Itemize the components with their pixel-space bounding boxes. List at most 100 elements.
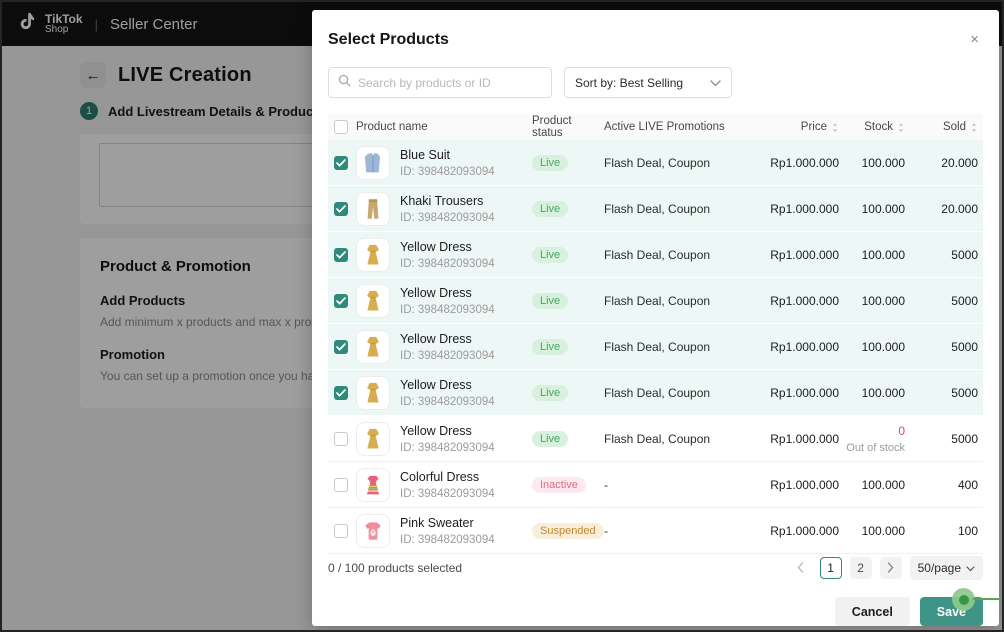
row-checkbox[interactable] <box>334 431 348 446</box>
product-image <box>356 375 390 410</box>
status-badge: Live <box>532 200 569 217</box>
active-promotions: Flash Deal, Coupon <box>604 431 711 446</box>
table-row[interactable]: Yellow Dress ID: 398482093094 Live Flash… <box>328 416 983 462</box>
sort-arrows-icon[interactable] <box>831 122 839 133</box>
row-checkbox[interactable] <box>334 201 348 216</box>
price-value: Rp1.000.000 <box>770 523 839 538</box>
table-row[interactable]: Yellow Dress ID: 398482093094 Live Flash… <box>328 278 983 324</box>
stock-value: 100.000 <box>861 201 905 216</box>
sold-value: 5000 <box>951 339 978 354</box>
products-table: Product name Product status Active LIVE … <box>328 114 983 554</box>
stock-value: 0 <box>898 423 905 438</box>
stock-value: 100.000 <box>861 155 905 170</box>
click-annotation-circle <box>952 588 975 611</box>
column-product-status: Product status <box>532 115 572 139</box>
product-name: Yellow Dress <box>400 239 472 254</box>
product-name: Yellow Dress <box>400 285 472 300</box>
product-name: Khaki Trousers <box>400 193 484 208</box>
status-badge: Live <box>532 292 569 309</box>
product-name: Colorful Dress <box>400 469 480 484</box>
table-row[interactable]: Yellow Dress ID: 398482093094 Live Flash… <box>328 370 983 416</box>
column-sold[interactable]: Sold <box>905 121 978 133</box>
sold-value: 400 <box>957 477 978 492</box>
status-badge: Suspended <box>532 522 604 539</box>
active-promotions: Flash Deal, Coupon <box>604 247 711 262</box>
sort-selected-value: Sort by: Best Selling <box>575 75 684 90</box>
chevron-left-icon[interactable] <box>790 557 812 579</box>
product-name: Yellow Dress <box>400 423 472 438</box>
modal-actions: Cancel Save <box>328 597 983 626</box>
row-checkbox[interactable] <box>334 247 348 262</box>
table-row[interactable]: Yellow Dress ID: 398482093094 Live Flash… <box>328 232 983 278</box>
sold-value: 20.000 <box>941 155 978 170</box>
row-checkbox[interactable] <box>334 523 348 538</box>
status-badge: Live <box>532 246 569 263</box>
close-icon[interactable]: × <box>966 30 983 49</box>
product-id: ID: 398482093094 <box>400 349 495 362</box>
chevron-down-icon <box>710 74 721 92</box>
price-value: Rp1.000.000 <box>770 201 839 216</box>
row-checkbox[interactable] <box>334 385 348 400</box>
product-image <box>356 421 390 456</box>
row-checkbox[interactable] <box>334 293 348 308</box>
stock-value: 100.000 <box>861 339 905 354</box>
column-stock[interactable]: Stock <box>839 121 905 133</box>
selected-count: 0 / 100 products selected <box>328 560 463 575</box>
row-checkbox[interactable] <box>334 339 348 354</box>
stock-note: Out of stock <box>846 441 905 454</box>
stock-value: 100.000 <box>861 385 905 400</box>
price-value: Rp1.000.000 <box>770 339 839 354</box>
active-promotions: Flash Deal, Coupon <box>604 385 711 400</box>
chevron-down-icon <box>966 561 975 575</box>
product-id: ID: 398482093094 <box>400 441 495 454</box>
per-page-value: 50/page <box>917 560 961 575</box>
active-promotions: Flash Deal, Coupon <box>604 339 711 354</box>
active-promotions: Flash Deal, Coupon <box>604 293 711 308</box>
select-all-checkbox[interactable] <box>334 120 348 134</box>
table-row[interactable]: Khaki Trousers ID: 398482093094 Live Fla… <box>328 186 983 232</box>
product-id: ID: 398482093094 <box>400 165 495 178</box>
table-body: Blue Suit ID: 398482093094 Live Flash De… <box>328 140 983 554</box>
search-input[interactable] <box>358 75 542 90</box>
price-value: Rp1.000.000 <box>770 431 839 446</box>
search-icon <box>338 74 351 92</box>
search-box[interactable] <box>328 67 552 98</box>
product-image <box>356 513 390 548</box>
sort-dropdown[interactable]: Sort by: Best Selling <box>564 67 732 98</box>
status-badge: Live <box>532 338 569 355</box>
row-checkbox[interactable] <box>334 477 348 492</box>
screen: TikTok Shop | Seller Center ← LIVE Creat… <box>0 0 1004 632</box>
column-price[interactable]: Price <box>736 121 839 133</box>
active-promotions: Flash Deal, Coupon <box>604 155 711 170</box>
product-image <box>356 191 390 226</box>
table-row[interactable]: Blue Suit ID: 398482093094 Live Flash De… <box>328 140 983 186</box>
product-id: ID: 398482093094 <box>400 395 495 408</box>
pagination: 1 2 50/page <box>790 555 983 580</box>
table-row[interactable]: Colorful Dress ID: 398482093094 Inactive… <box>328 462 983 508</box>
table-footer: 0 / 100 products selected 1 2 50/page <box>328 553 983 581</box>
row-checkbox[interactable] <box>334 155 348 170</box>
product-id: ID: 398482093094 <box>400 257 495 270</box>
page-button-2[interactable]: 2 <box>849 556 872 579</box>
column-product-name: Product name <box>356 121 428 133</box>
table-row[interactable]: Pink Sweater ID: 398482093094 Suspended … <box>328 508 983 554</box>
sort-arrows-icon[interactable] <box>970 122 978 133</box>
table-row[interactable]: Yellow Dress ID: 398482093094 Live Flash… <box>328 324 983 370</box>
price-value: Rp1.000.000 <box>770 293 839 308</box>
page-button-1[interactable]: 1 <box>819 556 842 579</box>
cancel-button[interactable]: Cancel <box>834 597 910 626</box>
sort-arrows-icon[interactable] <box>897 122 905 133</box>
product-id: ID: 398482093094 <box>400 487 495 500</box>
sold-value: 5000 <box>951 431 978 446</box>
per-page-dropdown[interactable]: 50/page <box>909 555 983 580</box>
product-name: Yellow Dress <box>400 331 472 346</box>
table-header-row: Product name Product status Active LIVE … <box>328 114 983 140</box>
product-id: ID: 398482093094 <box>400 211 495 224</box>
status-badge: Live <box>532 384 569 401</box>
chevron-right-icon[interactable] <box>879 556 902 579</box>
product-image <box>356 329 390 364</box>
sold-value: 20.000 <box>941 201 978 216</box>
status-badge: Live <box>532 154 569 171</box>
sold-value: 100 <box>957 523 978 538</box>
modal-title: Select Products <box>328 30 449 48</box>
